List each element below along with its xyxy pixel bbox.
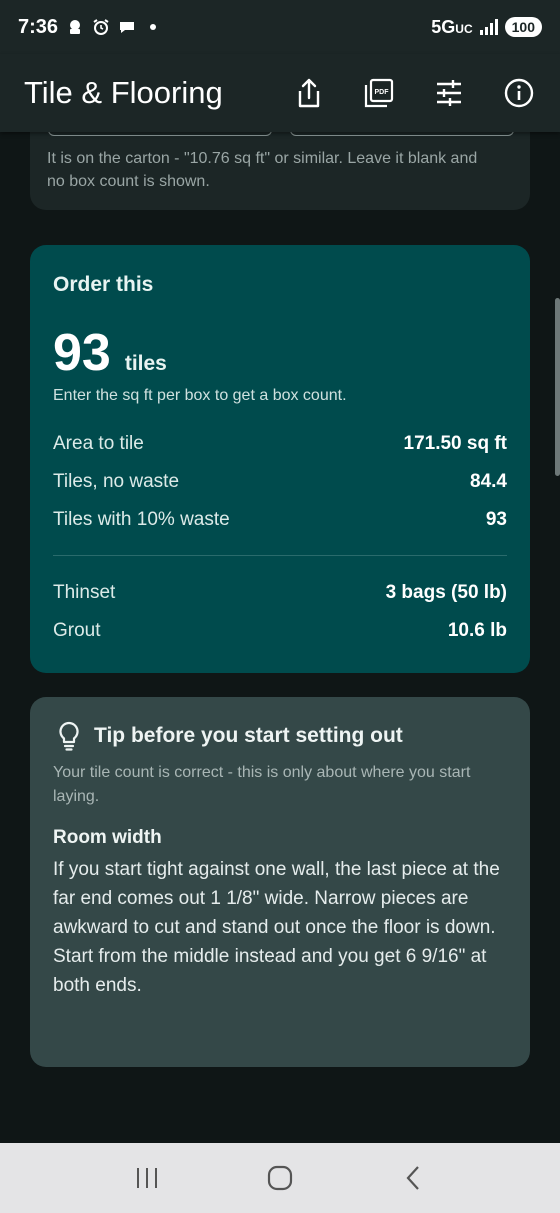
tip-paragraph-2: Start from the middle instead and you ge…: [53, 946, 487, 996]
recents-button[interactable]: [127, 1158, 167, 1198]
system-nav-bar: [0, 1143, 560, 1213]
row-label: Tiles, no waste: [53, 471, 180, 492]
order-card: Order this 93 tiles Enter the sq ft per …: [30, 245, 530, 673]
tip-body: If you start tight against one wall, the…: [53, 855, 513, 1000]
row-value: 84.4: [470, 471, 507, 492]
back-button[interactable]: [393, 1158, 433, 1198]
tip-title: Tip before you start setting out: [94, 724, 403, 747]
home-button[interactable]: [260, 1158, 300, 1198]
app-bar: Tile & Flooring PDF: [0, 54, 560, 132]
row-tiles-no-waste: Tiles, no waste 84.4: [53, 471, 507, 493]
back-icon: [406, 1166, 420, 1190]
app-actions: PDF: [292, 76, 536, 110]
divider: [53, 555, 507, 556]
box-size-card: It is on the carton - "10.76 sq ft" or s…: [30, 132, 530, 210]
signal-icon: [479, 19, 498, 35]
chat-icon: [120, 22, 135, 33]
box-input-right[interactable]: [290, 132, 514, 136]
tip-header: Tip before you start setting out: [58, 721, 403, 751]
row-label: Grout: [53, 620, 101, 641]
status-left: 7:36: [18, 15, 157, 39]
tip-heading: Room width: [53, 827, 162, 848]
tip-paragraph-1: If you start tight against one wall, the…: [53, 859, 500, 938]
pdf-button[interactable]: PDF: [362, 76, 396, 110]
order-title: Order this: [53, 273, 154, 296]
tune-button[interactable]: [432, 76, 466, 110]
content-scroll[interactable]: It is on the carton - "10.76 sq ft" or s…: [0, 132, 560, 1143]
row-value: 171.50 sq ft: [403, 433, 508, 454]
status-bar: 7:36 5GUC 100: [0, 0, 560, 54]
order-count: 93: [53, 324, 111, 382]
row-label: Thinset: [53, 582, 116, 603]
lightbulb-icon: [59, 721, 79, 751]
network-label: 5GUC: [431, 16, 473, 37]
box-input-left[interactable]: [48, 132, 272, 136]
info-icon: [504, 78, 534, 108]
alarm-icon: [93, 19, 109, 35]
row-thinset: Thinset 3 bags (50 lb): [53, 582, 507, 604]
row-area: Area to tile 171.50 sq ft: [53, 433, 507, 455]
order-total: 93 tiles: [53, 323, 167, 383]
row-label: Area to tile: [53, 433, 144, 454]
scrollbar[interactable]: [555, 298, 560, 476]
notification-icon: [70, 20, 81, 34]
row-value: 3 bags (50 lb): [385, 582, 507, 603]
status-dot: [150, 24, 157, 30]
pdf-icon: PDF: [364, 78, 394, 108]
home-icon: [267, 1165, 293, 1191]
row-grout: Grout 10.6 lb: [53, 620, 507, 642]
status-right: 5GUC 100: [431, 17, 542, 38]
share-button[interactable]: [292, 76, 326, 110]
row-tiles-with-waste: Tiles with 10% waste 93: [53, 509, 507, 531]
battery-indicator: 100: [504, 17, 542, 37]
order-note: Enter the sq ft per box to get a box cou…: [53, 387, 347, 404]
recents-icon: [136, 1168, 157, 1188]
box-inputs: [48, 132, 514, 136]
row-value: 93: [485, 509, 507, 530]
share-icon: [298, 78, 320, 108]
pdf-icon-label: PDF: [375, 89, 390, 96]
order-unit: tiles: [124, 352, 167, 375]
box-size-hint: It is on the carton - "10.76 sq ft" or s…: [47, 150, 478, 190]
row-value: 10.6 lb: [447, 620, 507, 641]
tip-subtitle: Your tile count is correct - this is onl…: [53, 764, 471, 805]
status-time: 7:36: [18, 15, 59, 38]
row-label: Tiles with 10% waste: [53, 509, 230, 530]
info-button[interactable]: [502, 76, 536, 110]
app-title: Tile & Flooring: [24, 75, 223, 110]
tip-card: Tip before you start setting out Your ti…: [30, 697, 530, 1067]
tune-icon: [437, 80, 461, 106]
